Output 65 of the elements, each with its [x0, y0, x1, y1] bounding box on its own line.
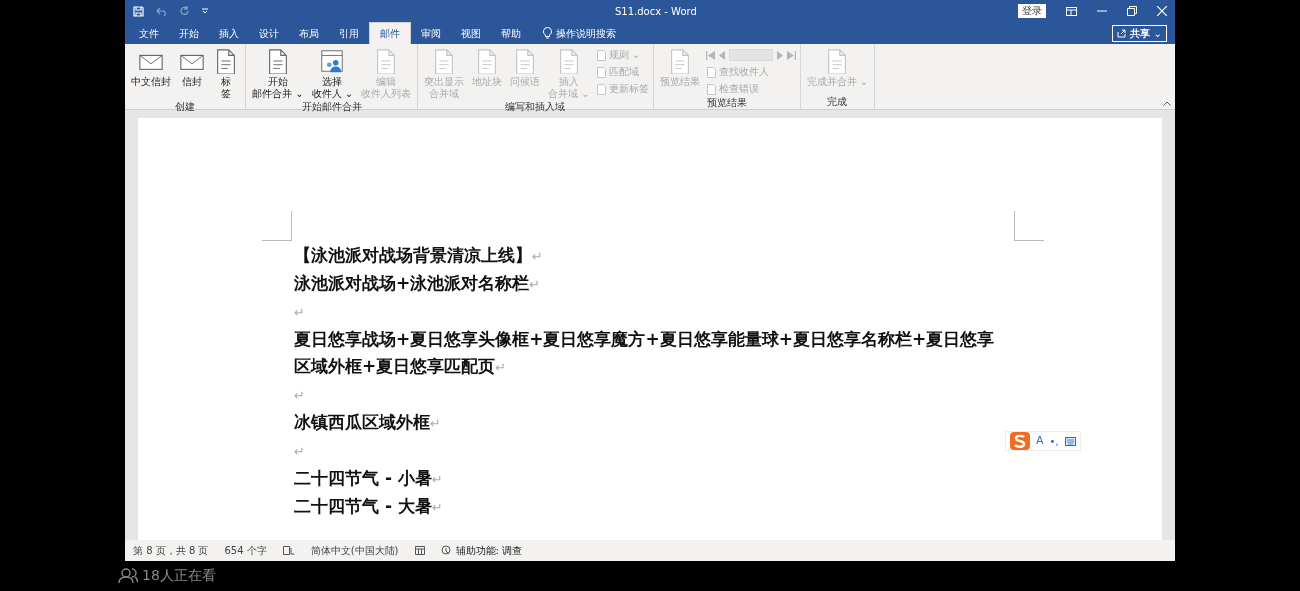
document-icon: [595, 49, 607, 61]
document-icon: [595, 66, 607, 78]
sign-in-button[interactable]: 登录: [1018, 4, 1046, 18]
document-paragraph: ↵: [294, 304, 306, 322]
share-button[interactable]: 共享 ⌄: [1111, 25, 1167, 42]
ribbon-button[interactable]: 选择 收件人 ⌄: [309, 48, 356, 100]
proofing-icon[interactable]: [282, 546, 295, 555]
lightbulb-icon: [543, 27, 552, 39]
ribbon-group-label: 完成: [826, 95, 849, 109]
margin-corner-mark: [262, 211, 292, 241]
s-logo-icon[interactable]: [1010, 432, 1030, 450]
restore-icon[interactable]: [1127, 6, 1137, 16]
display-settings-icon[interactable]: [414, 546, 425, 555]
save-icon[interactable]: [133, 5, 144, 17]
ribbon-group-label: 创建: [174, 100, 196, 114]
ribbon-button[interactable]: 开始 邮件合并 ⌄: [250, 48, 306, 100]
share-icon: [1116, 29, 1126, 38]
ribbon-tab[interactable]: 布局: [289, 22, 329, 44]
document-paragraph: 【泳池派对战场背景清凉上线】↵: [294, 244, 544, 267]
ribbon-tab[interactable]: 邮件: [369, 22, 411, 44]
page-count[interactable]: 第 8 页，共 8 页: [133, 543, 209, 558]
collapse-ribbon-icon[interactable]: [1163, 101, 1171, 106]
redo-icon[interactable]: [180, 6, 190, 16]
viewers-icon: [118, 567, 138, 584]
ribbon-group-label: 编写和插入域: [504, 100, 567, 114]
document-paragraph: ↵: [294, 387, 306, 405]
ribbon-tab[interactable]: 视图: [451, 22, 491, 44]
margin-corner-mark: [1014, 211, 1044, 241]
input-mode[interactable]: A: [1036, 432, 1044, 450]
ribbon-button[interactable]: 信封: [177, 48, 207, 88]
document-paragraph: 二十四节气 - 小暑↵: [294, 467, 444, 490]
ribbon-tab[interactable]: 插入: [209, 22, 249, 44]
ribbon-group-label: 开始邮件合并: [300, 100, 363, 114]
document-paragraph: 二十四节气 - 大暑↵: [294, 495, 444, 518]
word-count[interactable]: 654 个字: [224, 543, 267, 558]
window-title: S11.docx - Word: [615, 5, 697, 19]
recipients-icon: [319, 48, 346, 74]
tell-me-search[interactable]: 操作说明搜索: [556, 25, 616, 41]
ribbon-button[interactable]: 中文信封: [129, 48, 173, 88]
accessibility-icon: [440, 545, 452, 556]
ribbon-tab[interactable]: 帮助: [491, 22, 531, 44]
punctuation-mode[interactable]: •,: [1049, 433, 1059, 449]
document-icon: [705, 66, 717, 78]
close-icon[interactable]: [1157, 6, 1167, 16]
document-icon: [705, 83, 717, 95]
document-paragraph: 泳池派对战场+泳池派对名称栏↵: [294, 272, 542, 295]
ribbon-tab[interactable]: 文件: [129, 22, 169, 44]
ribbon-button[interactable]: 标 签: [211, 48, 241, 100]
language-status[interactable]: 简体中文(中国大陆): [310, 543, 399, 558]
undo-icon[interactable]: [156, 6, 168, 16]
keyboard-icon[interactable]: [1064, 436, 1076, 446]
document-paragraph: ↵: [294, 443, 306, 461]
document-icon: [595, 83, 607, 95]
record-field[interactable]: [728, 49, 773, 61]
accessibility-status[interactable]: 辅助功能: 调查: [455, 543, 523, 558]
ribbon-tab[interactable]: 引用: [329, 22, 369, 44]
ribbon-group-label: 预览结果: [705, 96, 748, 110]
ribbon-tab[interactable]: 开始: [169, 22, 209, 44]
ribbon-tab[interactable]: 审阅: [411, 22, 451, 44]
customize-caret-icon[interactable]: [202, 8, 208, 14]
document-paragraph: 冰镇西瓜区域外框↵: [294, 411, 442, 434]
ribbon-tab[interactable]: 设计: [249, 22, 289, 44]
ribbon-display-icon[interactable]: [1066, 6, 1077, 16]
viewer-count: 18人正在看: [142, 566, 216, 585]
document-paragraph: 夏日悠享战场+夏日悠享头像框+夏日悠享魔方+夏日悠享能量球+夏日悠享名称栏+夏日悠享区域外框+夏日悠享匹配页↵: [294, 328, 996, 378]
